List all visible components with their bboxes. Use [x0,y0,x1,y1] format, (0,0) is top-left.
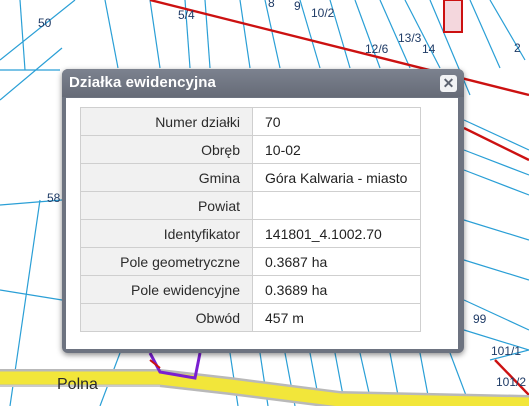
plot-label: 58 [47,191,61,205]
attribute-label: Powiat [80,191,253,220]
road-name-label: Polna [57,376,98,393]
attribute-label: Obręb [80,135,253,164]
attribute-value: 141801_4.1002.70 [252,219,421,248]
plot-label: 2 [514,41,521,55]
plot-label: 50 [38,16,52,30]
plot-label: 13/3 [398,31,422,45]
attribute-value: Góra Kalwaria - miasto [252,163,421,192]
table-row: Pole ewidencyjne 0.3689 ha [80,275,421,304]
attribute-label: Pole geometryczne [80,247,253,276]
plot-label: 5/4 [178,8,195,22]
attribute-label: Numer działki [80,107,253,136]
popup-body: Numer działki 70 Obręb 10-02 Gmina Góra … [66,98,458,349]
plot-label: 101/1 [491,344,521,358]
popup-title: Działka ewidencyjna [69,74,216,91]
attribute-value: 457 m [252,303,421,332]
table-row: Obręb 10-02 [80,135,421,164]
table-row: Numer działki 70 [80,107,421,136]
highlighted-parcel [443,0,463,33]
close-icon[interactable]: ✕ [440,75,457,92]
plot-label: 8 [268,0,275,10]
plot-label: 99 [473,312,487,326]
plot-label: 9 [294,0,301,13]
parcel-info-popup: Działka ewidencyjna ✕ Numer działki 70 O… [62,69,464,353]
attribute-label: Obwód [80,303,253,332]
table-row: Obwód 457 m [80,303,421,332]
popup-header[interactable]: Działka ewidencyjna ✕ [62,69,464,97]
attribute-value: 10-02 [252,135,421,164]
attribute-label: Identyfikator [80,219,253,248]
plot-label: 10/2 [311,6,335,20]
plot-label: 101/2 [496,375,526,389]
attribute-value: 0.3689 ha [252,275,421,304]
table-row: Gmina Góra Kalwaria - miasto [80,163,421,192]
attribute-value: 0.3687 ha [252,247,421,276]
attribute-table: Numer działki 70 Obręb 10-02 Gmina Góra … [80,107,421,332]
attribute-label: Pole ewidencyjne [80,275,253,304]
plot-label: 14 [422,42,436,56]
table-row: Pole geometryczne 0.3687 ha [80,247,421,276]
attribute-value [252,191,421,220]
plot-label: 12/6 [365,42,389,56]
table-row: Powiat [80,191,421,220]
attribute-value: 70 [252,107,421,136]
table-row: Identyfikator 141801_4.1002.70 [80,219,421,248]
attribute-label: Gmina [80,163,253,192]
